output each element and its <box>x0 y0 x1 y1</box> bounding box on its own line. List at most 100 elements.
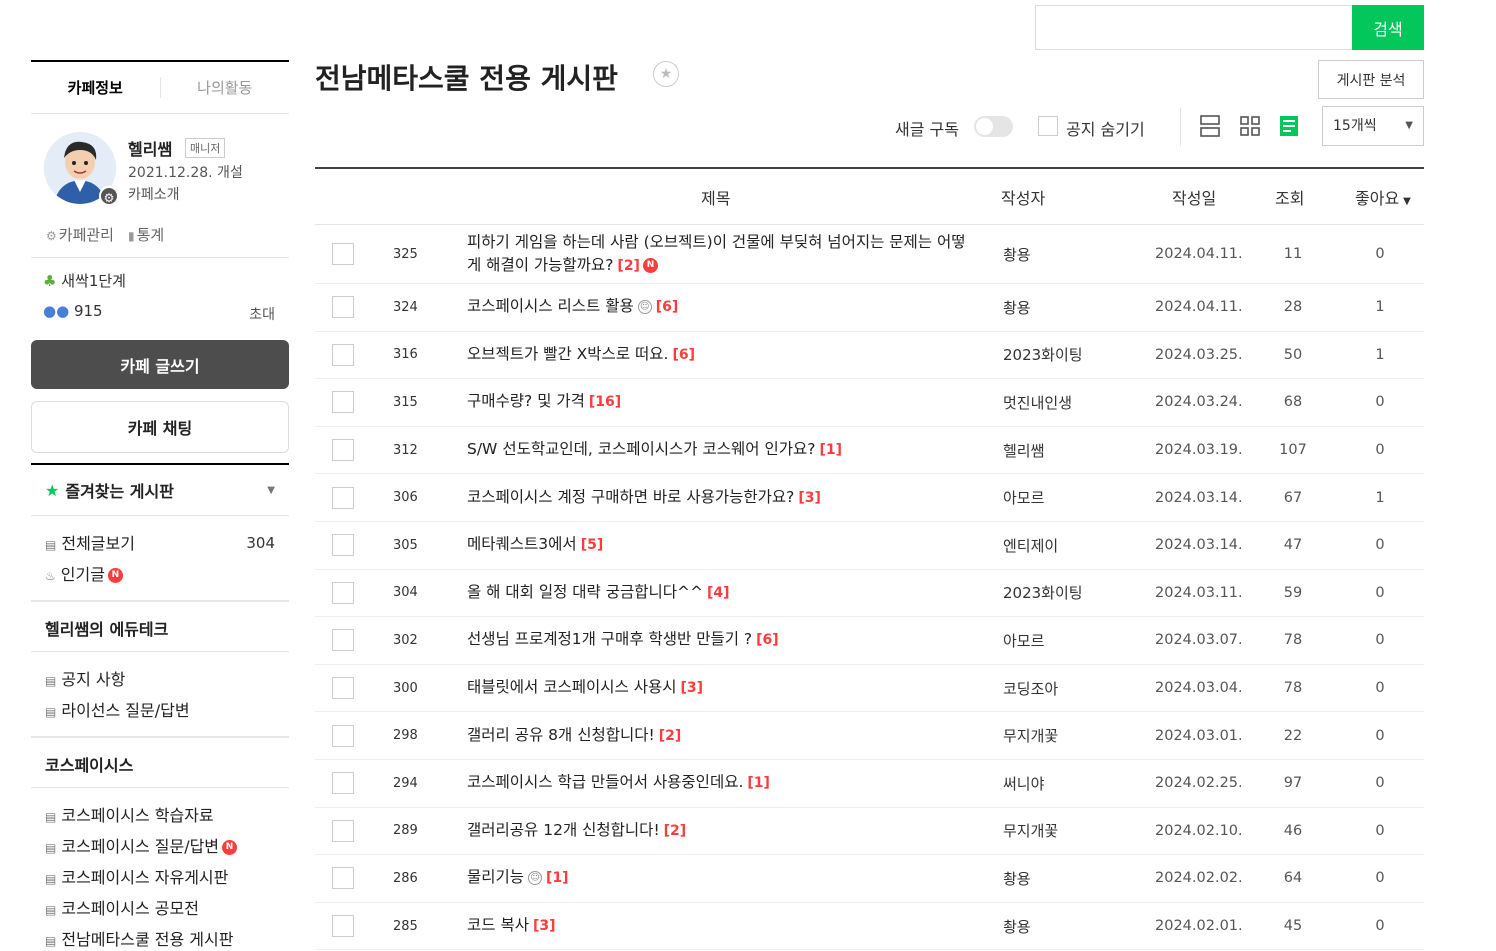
table-row[interactable]: 285 코드 복사 [3] 촹용 2024.02.01. 45 0 <box>315 903 1424 951</box>
post-title[interactable]: 코스페이시스 학급 만들어서 사용중인데요. [1] <box>467 771 967 795</box>
post-title[interactable]: 갤러리공유 12개 신청합니다! [2] <box>467 819 967 843</box>
post-author[interactable]: 아모르 <box>1003 630 1044 651</box>
row-checkbox[interactable] <box>332 391 354 414</box>
comment-count[interactable]: [6] <box>756 632 779 648</box>
gear-icon[interactable]: ⚙ <box>99 186 119 206</box>
post-title[interactable]: 코스페이시스 리스트 활용 ☺ [6] <box>467 295 967 319</box>
hide-notice-checkbox[interactable] <box>1038 116 1058 136</box>
row-checkbox[interactable] <box>332 243 354 265</box>
level-row[interactable]: ♣ 새싹1단계 <box>43 270 126 291</box>
row-checkbox[interactable] <box>332 724 354 747</box>
row-checkbox[interactable] <box>332 677 354 700</box>
card-view-icon[interactable] <box>1239 114 1261 138</box>
comment-count[interactable]: [6] <box>672 347 695 363</box>
manager-name[interactable]: 헬리쌤 <box>128 136 172 160</box>
comment-count[interactable]: [3] <box>681 680 704 696</box>
table-row[interactable]: 286 물리기능 ☺ [1] 촹용 2024.02.02. 64 0 <box>315 855 1424 903</box>
cafe-admin-link[interactable]: ⚙ 카페관리 <box>46 224 114 245</box>
header-likes[interactable]: 좋아요 ▼ <box>1355 185 1411 209</box>
row-checkbox[interactable] <box>332 343 354 366</box>
table-row[interactable]: 298 갤러리 공유 8개 신청합니다! [2] 무지개꽃 2024.03.01. 22 0 <box>315 712 1424 760</box>
sidebar-item-qna[interactable]: ▤ 코스페이시스 질문/답변 N <box>45 831 289 862</box>
table-row[interactable]: 316 오브젝트가 빨간 X박스로 떠요. [6] 2023화이팅 2024.03.25… <box>315 332 1424 380</box>
table-row[interactable]: 315 구매수량? 및 가격 [16] 멋진내인생 2024.03.24. 68 0 <box>315 379 1424 427</box>
comment-count[interactable]: [16] <box>589 394 621 410</box>
post-title[interactable]: 메타퀘스트3에서 [5] <box>467 533 967 557</box>
row-checkbox[interactable] <box>332 629 354 652</box>
hide-notice-label[interactable]: 공지 숨기기 <box>1066 116 1145 140</box>
table-row[interactable]: 312 S/W 선도학교인데, 코스페이시스가 코스웨어 인가요? [1] 헬리쌤 20… <box>315 427 1424 475</box>
row-checkbox[interactable] <box>332 819 354 842</box>
cafe-intro-link[interactable]: 카페소개 <box>128 184 180 204</box>
row-checkbox[interactable] <box>332 772 354 795</box>
sidebar-item-all-posts[interactable]: ▤ 전체글보기 304 <box>45 528 289 559</box>
comment-count[interactable]: [1] <box>747 775 770 791</box>
comment-count[interactable]: [2] <box>664 823 687 839</box>
post-title[interactable]: 물리기능 ☺ [1] <box>467 866 967 890</box>
comment-count[interactable]: [5] <box>581 537 604 553</box>
sidebar-item-notice[interactable]: ▤ 공지 사항 <box>45 664 289 695</box>
favorites-header[interactable]: ★ 즐겨찾는 게시판 ▼ <box>31 463 289 516</box>
row-checkbox[interactable] <box>332 915 354 938</box>
sidebar-item-contest[interactable]: ▤ 코스페이시스 공모전 <box>45 893 289 924</box>
table-row[interactable]: 300 태블릿에서 코스페이시스 사용시 [3] 코딩조아 2024.03.04. 78 0 <box>315 665 1424 713</box>
post-title[interactable]: 태블릿에서 코스페이시스 사용시 [3] <box>467 676 967 700</box>
sidebar-item-materials[interactable]: ▤ 코스페이시스 학습자료 <box>45 800 289 831</box>
post-title[interactable]: 올 해 대회 일정 대략 궁금합니다^^ [4] <box>467 581 967 605</box>
invite-link[interactable]: 초대 <box>249 304 275 324</box>
post-title[interactable]: 구매수량? 및 가격 [16] <box>467 390 967 414</box>
comment-count[interactable]: [1] <box>546 870 569 886</box>
comment-count[interactable]: [6] <box>656 299 679 315</box>
table-row[interactable]: 324 코스페이시스 리스트 활용 ☺ [6] 촹용 2024.04.11. 28 1 <box>315 284 1424 332</box>
table-row[interactable]: 294 코스페이시스 학급 만들어서 사용중인데요. [1] 써니야 2024.02.2… <box>315 760 1424 808</box>
post-title[interactable]: 갤러리 공유 8개 신청합니다! [2] <box>467 724 967 748</box>
search-input[interactable] <box>1035 5 1352 50</box>
tab-my-activity[interactable]: 나의활동 <box>159 77 290 98</box>
post-author[interactable]: 촹용 <box>1003 297 1031 318</box>
row-checkbox[interactable] <box>332 296 354 319</box>
post-author[interactable]: 헬리쌤 <box>1003 440 1044 461</box>
comment-count[interactable]: [1] <box>819 442 842 458</box>
post-author[interactable]: 촹용 <box>1003 868 1031 889</box>
row-checkbox[interactable] <box>332 534 354 557</box>
post-author[interactable]: 멋진내인생 <box>1003 392 1072 413</box>
post-author[interactable]: 코딩조아 <box>1003 678 1058 699</box>
post-author[interactable]: 무지개꽃 <box>1003 725 1058 746</box>
comment-count[interactable]: [2] <box>659 728 682 744</box>
row-checkbox[interactable] <box>332 486 354 509</box>
post-author[interactable]: 엔티제이 <box>1003 535 1058 556</box>
post-author[interactable]: 촹용 <box>1003 244 1031 265</box>
subscribe-toggle[interactable] <box>974 116 1013 137</box>
comment-count[interactable]: [3] <box>533 918 556 934</box>
row-checkbox[interactable] <box>332 439 354 462</box>
list-view-icon[interactable] <box>1199 114 1221 138</box>
post-author[interactable]: 써니야 <box>1003 773 1044 794</box>
comment-count[interactable]: [2] <box>617 258 640 274</box>
sidebar-item-jeonnam-board[interactable]: ▤ 전남메타스쿨 전용 게시판 <box>45 924 289 951</box>
table-row[interactable]: 302 선생님 프로계정1개 구매후 학생반 만들기 ? [6] 아모르 2024.03… <box>315 617 1424 665</box>
post-author[interactable]: 아모르 <box>1003 487 1044 508</box>
board-analysis-button[interactable]: 게시판 분석 <box>1318 60 1424 99</box>
post-title[interactable]: 피하기 게임을 하는데 사람 (오브젝트)이 건물에 부딪혀 넘어지는 문제는 … <box>467 231 967 278</box>
post-author[interactable]: 2023화이팅 <box>1003 582 1083 603</box>
stats-link[interactable]: ▮ 통계 <box>128 224 164 245</box>
cafe-chat-button[interactable]: 카페 채팅 <box>31 401 289 453</box>
sidebar-item-free-board[interactable]: ▤ 코스페이시스 자유게시판 <box>45 862 289 893</box>
post-title[interactable]: 코스페이시스 계정 구매하면 바로 사용가능한가요? [3] <box>467 486 967 510</box>
sidebar-item-license-qna[interactable]: ▤ 라이선스 질문/답변 <box>45 695 289 726</box>
table-row[interactable]: 289 갤러리공유 12개 신청합니다! [2] 무지개꽃 2024.02.10. 46 0 <box>315 808 1424 856</box>
per-page-select[interactable]: 15개씩 ▼ <box>1322 106 1424 146</box>
members-row[interactable]: ●● 915 <box>43 302 103 320</box>
post-author[interactable]: 무지개꽃 <box>1003 820 1058 841</box>
album-view-icon[interactable] <box>1278 114 1300 138</box>
comment-count[interactable]: [3] <box>798 490 821 506</box>
write-post-button[interactable]: 카페 글쓰기 <box>31 340 289 389</box>
search-button[interactable]: 검색 <box>1352 5 1424 50</box>
table-row[interactable]: 325 피하기 게임을 하는데 사람 (오브젝트)이 건물에 부딪혀 넘어지는 문… <box>315 225 1424 284</box>
table-row[interactable]: 304 올 해 대회 일정 대략 궁금합니다^^ [4] 2023화이팅 2024.03… <box>315 570 1424 618</box>
post-title[interactable]: 오브젝트가 빨간 X박스로 떠요. [6] <box>467 343 967 367</box>
row-checkbox[interactable] <box>332 867 354 890</box>
comment-count[interactable]: [4] <box>707 585 730 601</box>
star-icon[interactable]: ★ <box>653 61 679 87</box>
tab-cafe-info[interactable]: 카페정보 <box>31 77 160 98</box>
